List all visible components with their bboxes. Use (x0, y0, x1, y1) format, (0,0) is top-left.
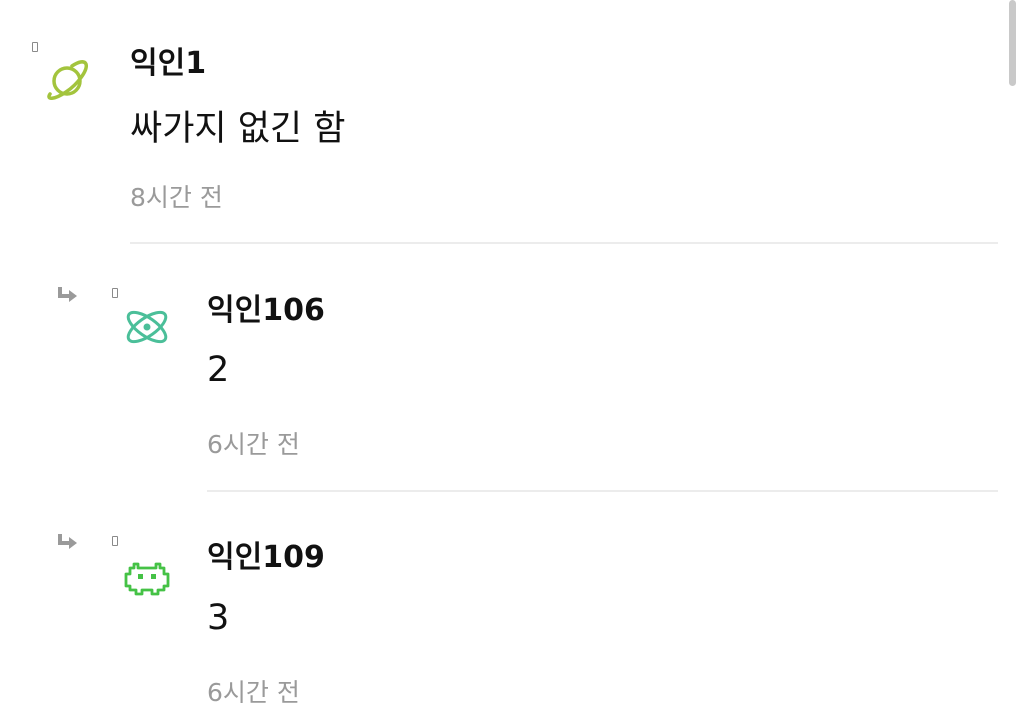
reply-item: 익인109 3 6시간 전 (0, 0, 1024, 724)
comment-time: 6시간 전 (207, 678, 300, 707)
reply-arrow-icon (55, 532, 79, 554)
comment-text: 3 (207, 598, 230, 638)
comment-marker-icon (112, 536, 118, 546)
comment-thread: 익인1 싸가지 없긴 함 8시간 전 익인106 2 6시간 전 익인109 3… (0, 0, 1024, 724)
comment-author[interactable]: 익인109 (207, 532, 325, 576)
space-invader-icon (122, 552, 172, 602)
